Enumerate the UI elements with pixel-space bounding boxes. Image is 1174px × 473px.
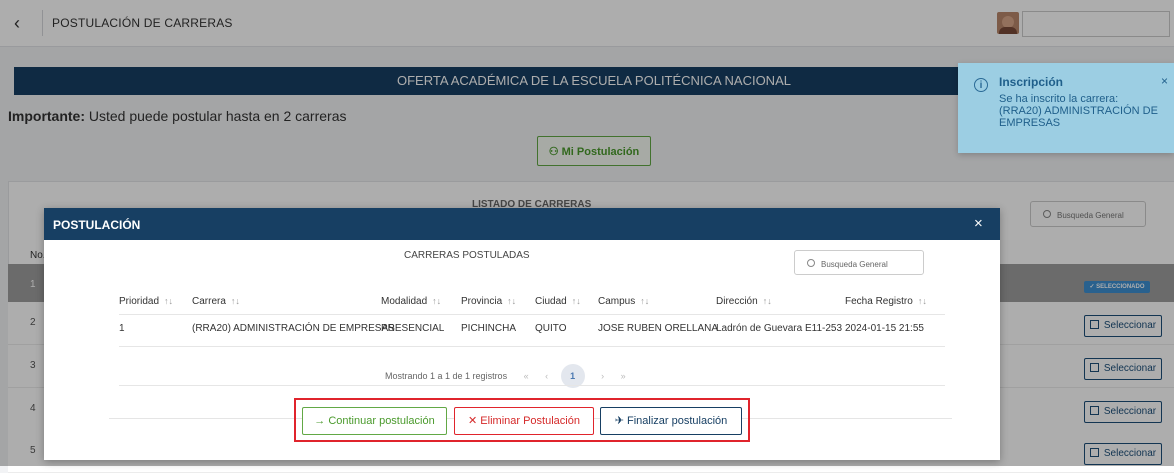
cell-carrera: (RRA20) ADMINISTRACIÓN DE EMPRESAS: [192, 323, 395, 334]
column-header-ciudad[interactable]: Ciudad ↑↓: [535, 296, 581, 307]
sort-icon: ↑↓: [230, 296, 240, 306]
toast-title: Inscripción: [999, 75, 1064, 89]
sort-icon: ↑↓: [640, 296, 650, 306]
modal-search-input[interactable]: Busqueda General: [794, 250, 924, 275]
finalize-postulation-button[interactable]: ✈ Finalizar postulación: [600, 407, 742, 435]
postulated-careers-title: CARRERAS POSTULADAS: [404, 250, 530, 261]
search-placeholder: Busqueda General: [821, 260, 888, 269]
cell-direccion: Ladrón de Guevara E11-253: [716, 323, 843, 334]
first-page-button[interactable]: «: [524, 371, 529, 381]
sort-icon: ↑↓: [507, 296, 517, 306]
modal-header: POSTULACIÓN ×: [44, 208, 1000, 240]
column-header-fecha-registro[interactable]: Fecha Registro ↑↓: [845, 296, 927, 307]
column-header-carrera[interactable]: Carrera ↑↓: [192, 296, 240, 307]
cell-ciudad: QUITO: [535, 323, 567, 334]
sort-icon: ↑↓: [164, 296, 174, 306]
column-header-provincia[interactable]: Provincia ↑↓: [461, 296, 516, 307]
last-page-button[interactable]: »: [621, 371, 626, 381]
modal-title: POSTULACIÓN: [53, 218, 141, 232]
column-label: Carrera: [192, 296, 226, 307]
column-label: Fecha Registro: [845, 296, 913, 307]
inscription-toast: i Inscripción Se ha inscrito la carrera:…: [958, 63, 1174, 153]
column-header-modalidad[interactable]: Modalidad ↑↓: [381, 296, 441, 307]
column-label: Modalidad: [381, 296, 428, 307]
divider: [119, 314, 945, 315]
cell-campus: JOSE RUBEN ORELLANA: [598, 323, 719, 334]
pagination-info: Mostrando 1 a 1 de 1 registros: [385, 371, 508, 381]
info-icon: i: [974, 78, 988, 92]
column-header-campus[interactable]: Campus ↑↓: [598, 296, 649, 307]
toast-message: Se ha inscrito la carrera: (RRA20) ADMIN…: [999, 93, 1158, 129]
column-label: Campus: [598, 296, 636, 307]
divider: [119, 385, 945, 386]
column-header-direccion[interactable]: Dirección ↑↓: [716, 296, 772, 307]
divider: [119, 346, 945, 347]
cell-modalidad: PRESENCIAL: [381, 323, 445, 334]
modal-body: CARRERAS POSTULADAS Busqueda General Pri…: [109, 240, 952, 419]
next-page-button[interactable]: ›: [601, 371, 604, 381]
sort-icon: ↑↓: [762, 296, 772, 306]
sort-icon: ↑↓: [432, 296, 442, 306]
close-icon[interactable]: ×: [974, 215, 983, 232]
delete-postulation-button[interactable]: ✕ Eliminar Postulación: [454, 407, 594, 435]
search-icon: [807, 259, 815, 267]
cell-fecha-registro: 2024-01-15 21:55: [845, 323, 924, 334]
column-header-prioridad[interactable]: Prioridad ↑↓: [119, 296, 173, 307]
column-label: Prioridad: [119, 296, 160, 307]
column-label: Ciudad: [535, 296, 567, 307]
cell-prioridad: 1: [119, 323, 125, 334]
prev-page-button[interactable]: ‹: [545, 371, 548, 381]
cell-provincia: PICHINCHA: [461, 323, 517, 334]
sort-icon: ↑↓: [571, 296, 581, 306]
column-label: Provincia: [461, 296, 503, 307]
continue-postulation-button[interactable]: → Continuar postulación: [302, 407, 447, 435]
close-icon[interactable]: ×: [1161, 74, 1168, 88]
sort-icon: ↑↓: [917, 296, 927, 306]
column-label: Dirección: [716, 296, 758, 307]
